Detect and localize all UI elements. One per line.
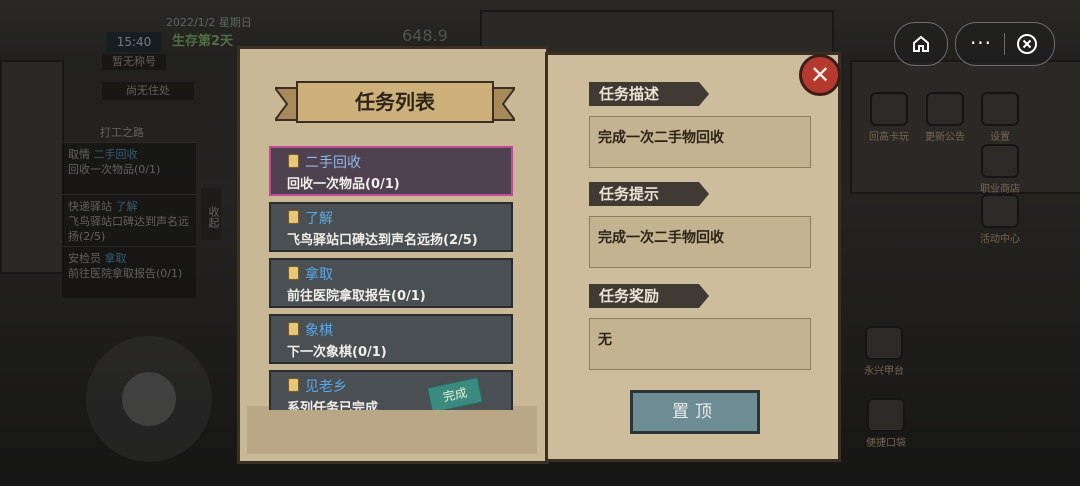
quest-item[interactable]: 二手回收 回收一次物品(0/1) [269, 146, 513, 196]
parchment-edge [247, 406, 537, 454]
quest-item[interactable]: 拿取 前往医院拿取报告(0/1) [269, 258, 513, 308]
quest-name: 二手回收 [305, 155, 361, 171]
pin-to-top-button[interactable]: 置顶 [630, 390, 760, 434]
description-box: 完成一次二手物回收 [589, 116, 811, 168]
clipboard-icon [288, 154, 299, 168]
quest-dialog: 任务列表 二手回收 回收一次物品(0/1) 了解 飞鸟驿站口碑达到声名远扬(2/… [237, 46, 842, 464]
close-icon: ✕ [809, 61, 831, 89]
quest-list[interactable]: 二手回收 回收一次物品(0/1) 了解 飞鸟驿站口碑达到声名远扬(2/5) 拿取… [269, 146, 515, 410]
home-icon [913, 35, 929, 52]
hint-label: 任务提示 [589, 182, 709, 206]
exit-icon[interactable] [1016, 33, 1038, 55]
quest-desc: 飞鸟驿站口碑达到声名远扬(2/5) [287, 233, 478, 248]
capsule-menu: ··· [955, 22, 1055, 66]
title-banner: 任务列表 [275, 78, 515, 128]
dialog-title: 任务列表 [355, 90, 435, 114]
quest-item[interactable]: 了解 飞鸟驿站口碑达到声名远扬(2/5) [269, 202, 513, 252]
quest-desc: 回收一次物品(0/1) [287, 177, 400, 192]
more-icon[interactable]: ··· [966, 33, 996, 55]
completed-stamp: 完成 [426, 376, 484, 410]
quest-name: 见老乡 [305, 379, 347, 395]
quest-item[interactable]: 象棋 下一次象棋(0/1) [269, 314, 513, 364]
quest-item[interactable]: 见老乡 系列任务已完成 完成 [269, 370, 513, 410]
capsule-divider [1004, 33, 1005, 55]
reward-box: 无 [589, 318, 811, 370]
quest-name: 了解 [305, 211, 333, 227]
close-dialog-button[interactable]: ✕ [799, 54, 841, 96]
reward-label: 任务奖励 [589, 284, 709, 308]
description-label: 任务描述 [589, 82, 709, 106]
quest-desc: 系列任务已完成 [287, 401, 379, 410]
quest-name: 象棋 [305, 323, 333, 339]
clipboard-icon [288, 322, 299, 336]
home-capsule-button[interactable] [894, 22, 948, 66]
clipboard-icon [288, 378, 299, 392]
clipboard-icon [288, 266, 299, 280]
quest-name: 拿取 [305, 267, 333, 283]
hint-box: 完成一次二手物回收 [589, 216, 811, 268]
quest-desc: 前往医院拿取报告(0/1) [287, 289, 426, 304]
quest-desc: 下一次象棋(0/1) [287, 345, 387, 360]
clipboard-icon [288, 210, 299, 224]
